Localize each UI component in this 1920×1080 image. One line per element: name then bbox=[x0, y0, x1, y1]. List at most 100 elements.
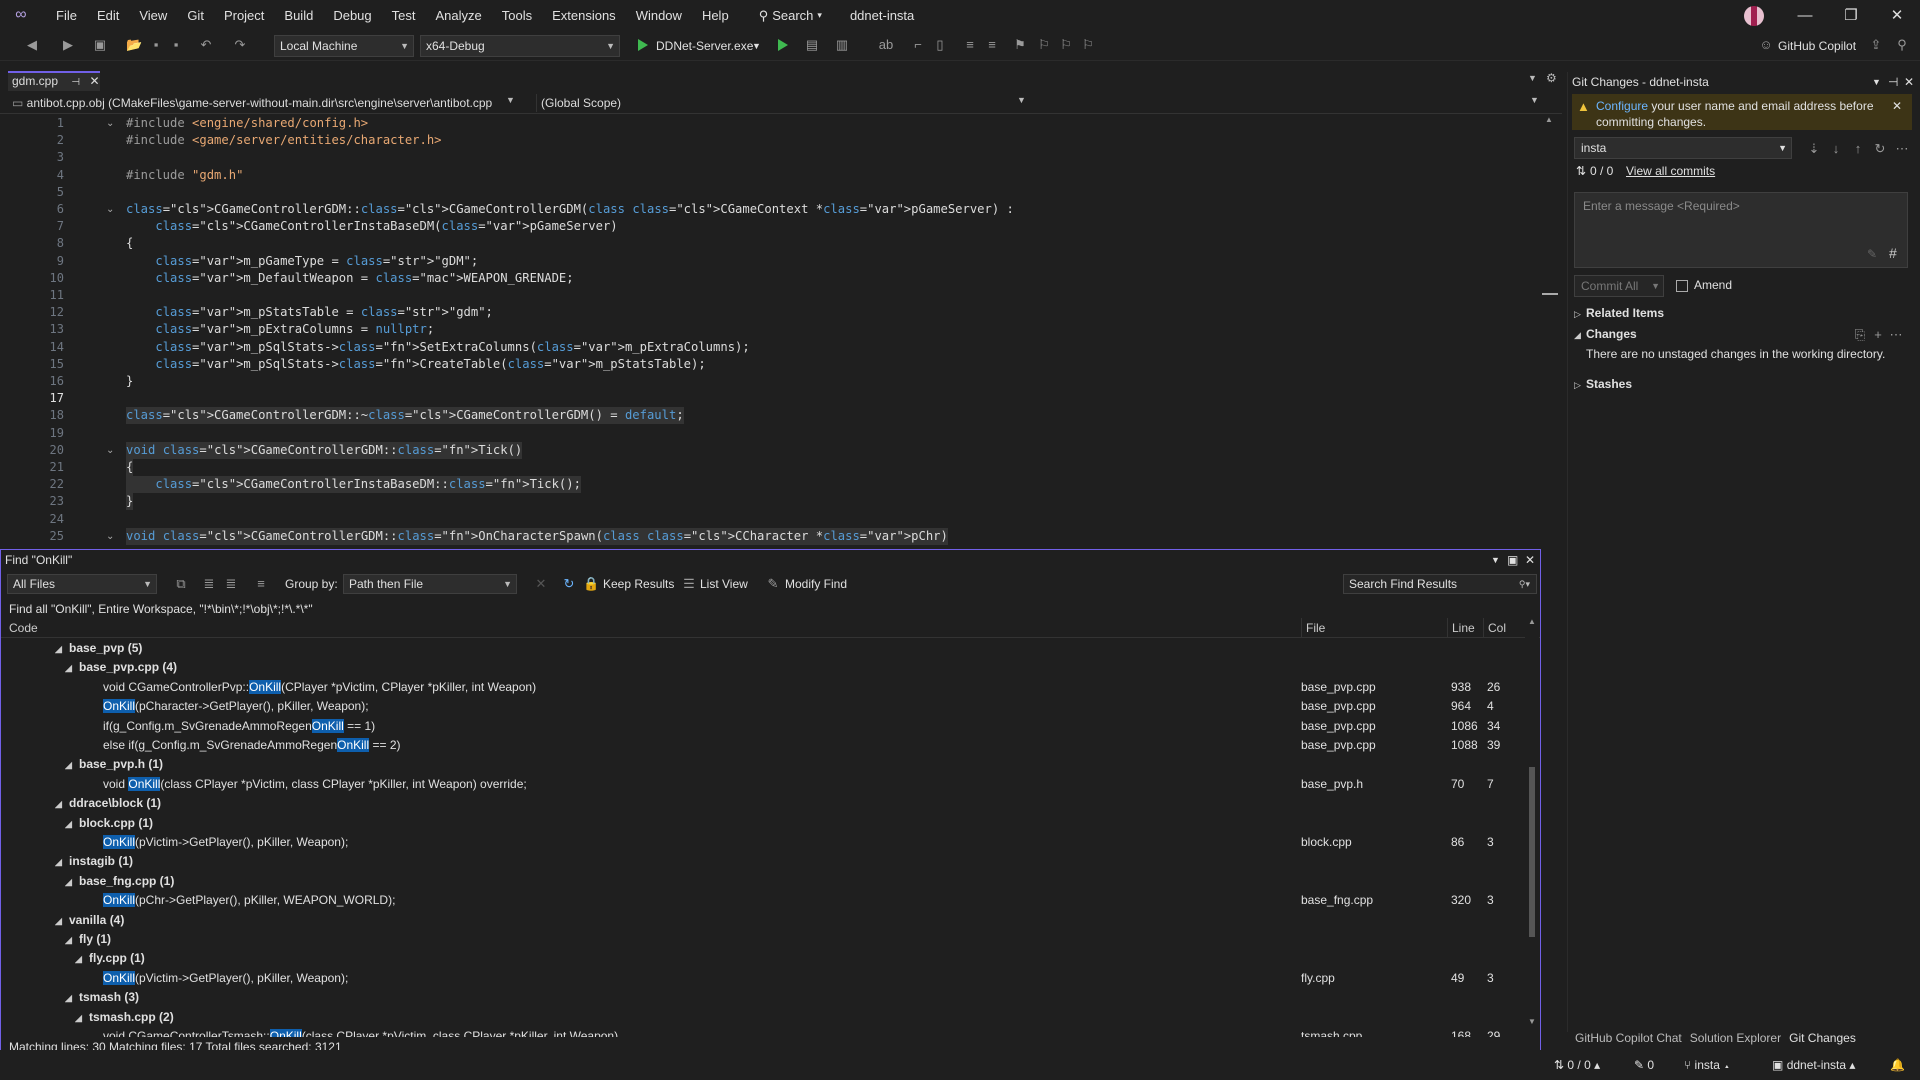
indent-icon[interactable]: ≡ bbox=[984, 37, 1000, 53]
result-row[interactable]: fly.cpp 49 3 OnKill(pVictim->GetPlayer(), p… bbox=[1, 969, 1521, 988]
startup-item-button[interactable]: DDNet-Server.exe bbox=[656, 31, 753, 61]
breakpoint-margin[interactable] bbox=[8, 115, 22, 549]
code-line[interactable]: class="cls">CGameControllerGDM::class="c… bbox=[126, 201, 1014, 218]
close-window-button[interactable]: ✕ bbox=[1874, 0, 1920, 31]
share-icon[interactable]: ⇪ bbox=[1868, 37, 1884, 53]
clear-bookmarks-icon[interactable]: ⚐ bbox=[1080, 37, 1096, 53]
list-view-button[interactable]: List View bbox=[700, 577, 748, 591]
close-icon[interactable]: ✕ bbox=[1525, 550, 1535, 570]
code-line[interactable]: class="cls">CGameControllerInstaBaseDM(c… bbox=[126, 218, 617, 235]
hash-icon[interactable]: # bbox=[1889, 245, 1897, 261]
code-line[interactable]: class="var">m_pSqlStats->class="fn">SetE… bbox=[126, 339, 749, 356]
gear-icon[interactable]: ⚙ bbox=[1546, 71, 1557, 85]
code-line[interactable]: class="var">m_DefaultWeapon = class="mac… bbox=[126, 270, 573, 287]
menu-file[interactable]: File bbox=[46, 0, 87, 31]
menu-debug[interactable]: Debug bbox=[323, 0, 381, 31]
next-bookmark-icon[interactable]: ⚐ bbox=[1058, 37, 1074, 53]
sync-status[interactable]: ⇅ 0 / 0 ▴ bbox=[1554, 1050, 1600, 1080]
amend-checkbox[interactable] bbox=[1676, 280, 1688, 292]
menu-edit[interactable]: Edit bbox=[87, 0, 129, 31]
fold-chevron-icon[interactable]: ⌄ bbox=[106, 115, 118, 132]
result-group[interactable]: ◢ tsmash.cpp (2) bbox=[1, 1008, 1521, 1027]
code-line[interactable]: void class="cls">CGameControllerGDM::cla… bbox=[126, 527, 948, 545]
chevron-down-icon[interactable]: ◢ bbox=[75, 950, 89, 969]
restore-button[interactable]: ❐ bbox=[1828, 0, 1874, 31]
fold-chevron-icon[interactable]: ⌄ bbox=[106, 201, 118, 218]
feedback-icon[interactable]: ⚲ bbox=[1894, 37, 1910, 53]
menu-build[interactable]: Build bbox=[274, 0, 323, 31]
branch-status[interactable]: ⑂ insta ▴ bbox=[1684, 1050, 1730, 1080]
code-line[interactable]: class="var">m_pExtraColumns = nullptr; bbox=[126, 321, 434, 338]
redo-icon[interactable]: ↷ bbox=[232, 37, 248, 53]
code-line[interactable]: class="var">m_pStatsTable = class="str">… bbox=[126, 304, 493, 321]
result-row[interactable]: base_pvp.cpp 938 26 void CGameControllerPvp… bbox=[1, 678, 1521, 697]
tab-right-1[interactable]: Solution Explorer bbox=[1690, 1031, 1781, 1045]
tab-gdm-cpp[interactable]: gdm.cpp ⊣ ✕ bbox=[8, 71, 100, 91]
save-icon[interactable]: ▪ bbox=[148, 37, 164, 53]
menu-view[interactable]: View bbox=[129, 0, 177, 31]
pull-icon[interactable]: ↓ bbox=[1828, 141, 1844, 157]
prev-bookmark-icon[interactable]: ⚐ bbox=[1036, 37, 1052, 53]
target-machine-select[interactable]: Local Machine ▼ bbox=[274, 35, 414, 57]
start-debugging-icon[interactable] bbox=[638, 39, 648, 51]
layout-icon[interactable]: ▥ bbox=[834, 37, 850, 53]
tab-right-0[interactable]: GitHub Copilot Chat bbox=[1575, 1031, 1682, 1045]
save-all-icon[interactable]: ▪ bbox=[168, 37, 184, 53]
result-group[interactable]: ◢ instagib (1) bbox=[1, 852, 1521, 871]
result-group[interactable]: ◢ base_fng.cpp (1) bbox=[1, 872, 1521, 891]
result-row[interactable]: base_pvp.cpp 1088 39 else if(g_Config.m_SvG… bbox=[1, 736, 1521, 755]
chevron-down-icon[interactable]: ◢ bbox=[65, 756, 79, 775]
pin-icon[interactable]: ⊣ bbox=[71, 77, 80, 88]
code-line[interactable]: class="cls">CGameControllerGDM::~class="… bbox=[126, 407, 684, 425]
close-icon[interactable]: ✕ bbox=[89, 74, 99, 88]
undo-icon[interactable]: ↶ bbox=[198, 37, 214, 53]
filter-icon[interactable]: ≡ bbox=[253, 576, 269, 592]
configuration-select[interactable]: x64-Debug ▼ bbox=[420, 35, 620, 57]
result-group[interactable]: ◢ base_pvp.h (1) bbox=[1, 755, 1521, 774]
result-row[interactable]: base_pvp.cpp 1086 34 if(g_Config.m_SvGrenad… bbox=[1, 717, 1521, 736]
chevron-down-icon[interactable]: ◢ bbox=[65, 659, 79, 678]
view-all-commits-link[interactable]: View all commits bbox=[1626, 164, 1715, 178]
cancel-icon[interactable]: ✕ bbox=[533, 576, 549, 592]
copy-icon[interactable]: ⧉ bbox=[173, 576, 189, 592]
result-row[interactable]: tsmash.cpp 168 29 void CGameControllerTsmas… bbox=[1, 1027, 1521, 1037]
chevron-down-icon[interactable]: ◢ bbox=[65, 873, 79, 892]
code-line[interactable]: #include <engine/shared/config.h> bbox=[126, 115, 368, 132]
result-group[interactable]: ◢ tsmash (3) bbox=[1, 988, 1521, 1007]
github-copilot-button[interactable]: GitHub Copilot bbox=[1778, 31, 1856, 61]
editor-scrollbar[interactable]: ▲ bbox=[1542, 115, 1558, 549]
code-line[interactable]: void class="cls">CGameControllerGDM::cla… bbox=[126, 441, 523, 459]
pending-edits[interactable]: ✎ 0 bbox=[1634, 1050, 1654, 1080]
group-by-select[interactable]: Path then File ▼ bbox=[343, 574, 517, 594]
pin-icon[interactable]: ⊣ bbox=[1888, 72, 1898, 92]
fold-chevron-icon[interactable]: ⌄ bbox=[106, 442, 118, 459]
find-scope-select[interactable]: All Files ▼ bbox=[7, 574, 157, 594]
more-icon[interactable]: ⋯ bbox=[1888, 327, 1904, 343]
result-group[interactable]: ◢ fly.cpp (1) bbox=[1, 949, 1521, 968]
spell-check-icon[interactable]: ab bbox=[878, 37, 894, 53]
menu-tools[interactable]: Tools bbox=[492, 0, 542, 31]
bookmark-icon[interactable]: ⚑ bbox=[1012, 37, 1028, 53]
scroll-thumb[interactable] bbox=[1529, 767, 1535, 937]
menu-git[interactable]: Git bbox=[177, 0, 214, 31]
chevron-down-icon[interactable]: ▼ bbox=[1530, 95, 1539, 105]
expand-all-icon[interactable]: ≣ bbox=[201, 576, 217, 592]
chevron-down-icon[interactable]: ◢ bbox=[55, 795, 69, 814]
changes-section[interactable]: ◢ Changes bbox=[1574, 327, 1637, 341]
close-icon[interactable]: ✕ bbox=[1892, 98, 1902, 114]
chevron-down-icon[interactable]: ◢ bbox=[55, 640, 69, 659]
scope-select[interactable]: (Global Scope) bbox=[536, 94, 1026, 112]
result-group[interactable]: ◢ block.cpp (1) bbox=[1, 814, 1521, 833]
results-list[interactable]: ◢ base_pvp (5) ◢ base_pvp.cpp (4) base_pvp.c… bbox=[1, 639, 1521, 1037]
chevron-down-icon[interactable]: ◢ bbox=[55, 853, 69, 872]
menu-analyze[interactable]: Analyze bbox=[425, 0, 491, 31]
code-line[interactable]: } bbox=[126, 493, 134, 511]
chevron-down-icon[interactable]: ◢ bbox=[55, 912, 69, 931]
new-item-icon[interactable]: ▣ bbox=[92, 37, 108, 53]
result-row[interactable]: block.cpp 86 3 OnKill(pVictim->GetPlayer(),… bbox=[1, 833, 1521, 852]
chevron-down-icon[interactable]: ▼ bbox=[506, 95, 515, 105]
chevron-down-icon[interactable]: ◢ bbox=[65, 815, 79, 834]
search-button[interactable]: ⚲ Search ▾ bbox=[753, 8, 828, 24]
code-line[interactable]: { bbox=[126, 235, 133, 252]
chevron-down-icon[interactable]: ▼ bbox=[1017, 95, 1026, 105]
